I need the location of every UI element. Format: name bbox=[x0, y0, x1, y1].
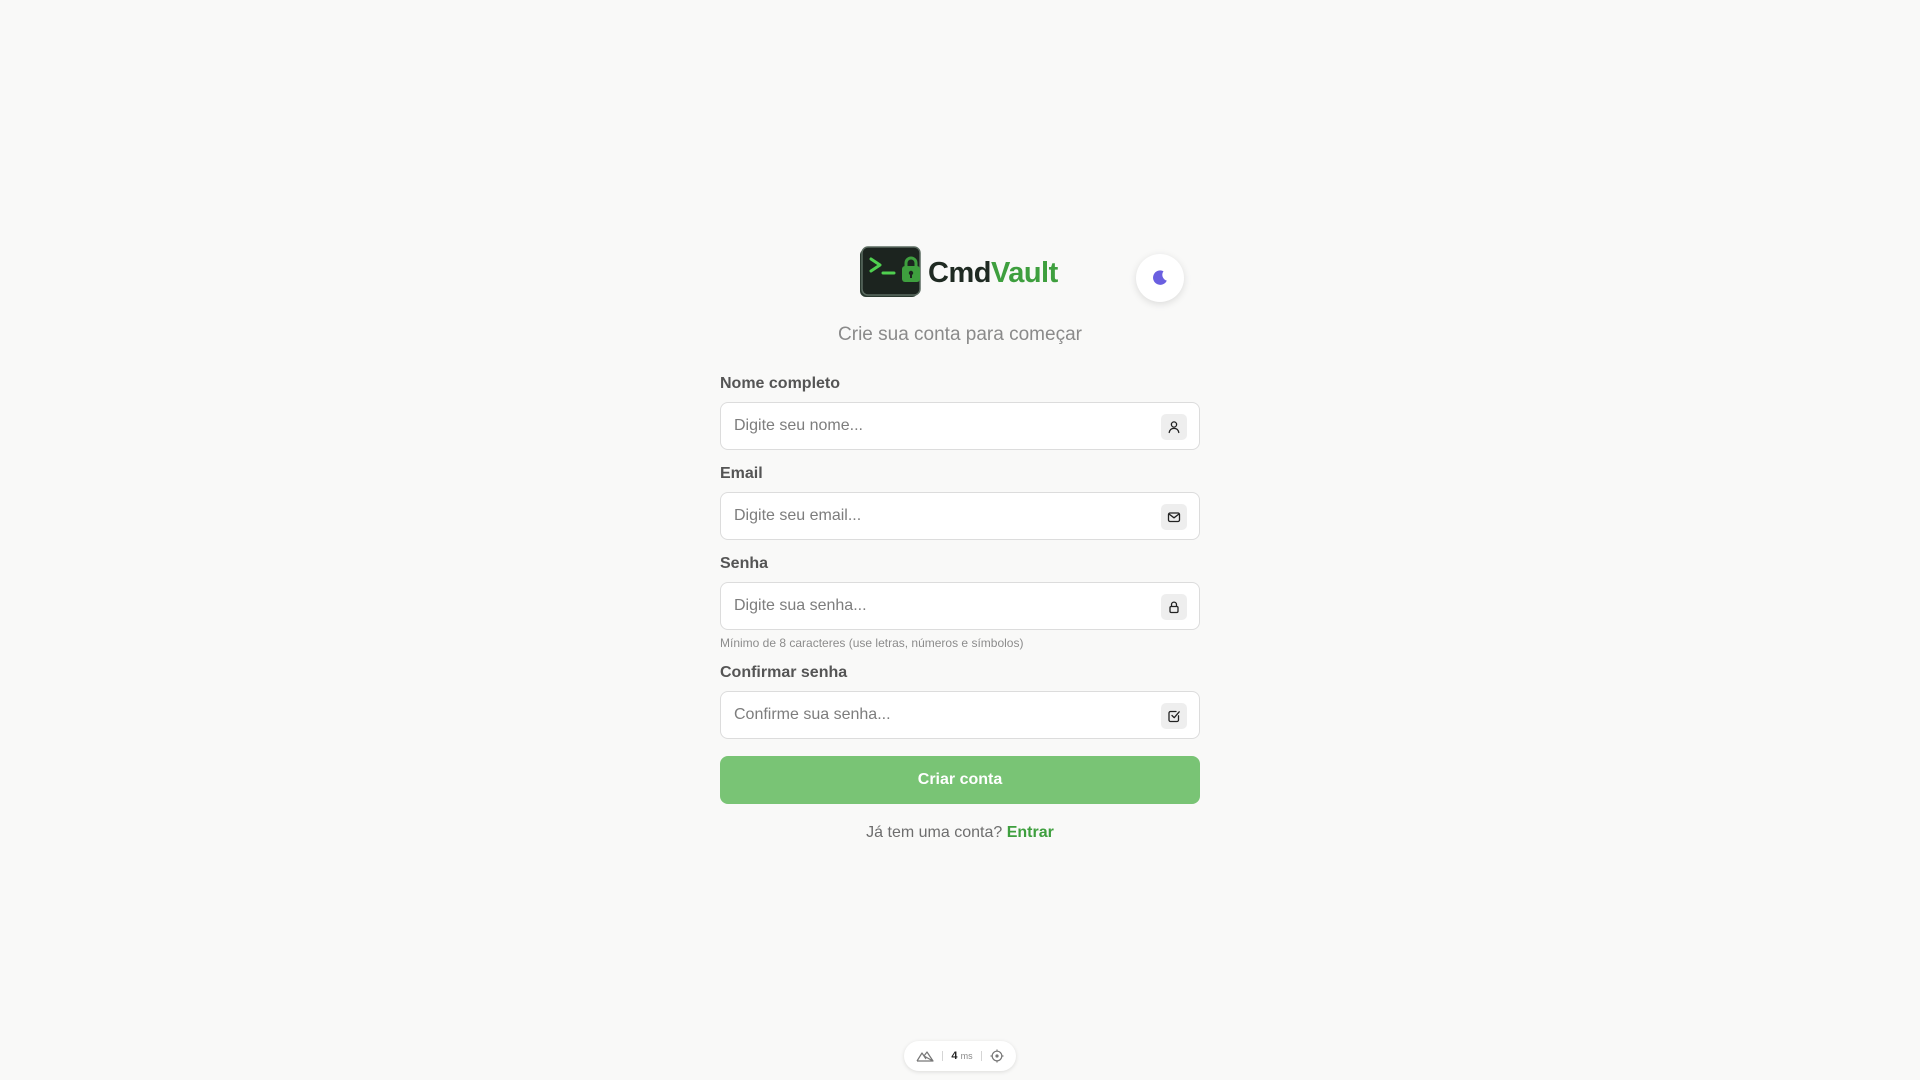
signin-prompt-text: Já tem uma conta? bbox=[866, 824, 1003, 841]
email-input[interactable] bbox=[721, 493, 1199, 539]
password-input[interactable] bbox=[721, 583, 1199, 629]
name-input-wrapper bbox=[720, 402, 1200, 450]
password-label: Senha bbox=[720, 555, 769, 572]
confirm-password-input-wrapper bbox=[720, 691, 1200, 739]
signin-prompt: Já tem uma conta? Entrar bbox=[720, 824, 1200, 842]
email-field-group: Email bbox=[720, 464, 1200, 540]
terminal-lock-logo-icon bbox=[858, 246, 924, 300]
signin-link[interactable]: Entrar bbox=[1007, 824, 1054, 841]
password-field-group: Senha Mínimo de 8 caracteres (use letras… bbox=[720, 554, 1200, 651]
dev-indicator[interactable]: 4 ms bbox=[904, 1041, 1016, 1071]
render-time: 4 ms bbox=[951, 1050, 972, 1062]
user-icon bbox=[1161, 414, 1187, 440]
signup-page: CmdVault Crie sua conta para começar Nom… bbox=[0, 0, 1920, 1080]
dev-divider bbox=[980, 1051, 982, 1061]
theme-toggle-button[interactable] bbox=[1136, 254, 1184, 302]
brand-name: CmdVault bbox=[928, 256, 1058, 289]
name-field-group: Nome completo bbox=[720, 374, 1200, 450]
create-account-button[interactable]: Criar conta bbox=[720, 756, 1200, 804]
password-input-wrapper bbox=[720, 582, 1200, 630]
name-label: Nome completo bbox=[720, 375, 841, 392]
confirm-password-label: Confirmar senha bbox=[720, 664, 848, 681]
page-subtitle: Crie sua conta para começar bbox=[838, 324, 1082, 345]
mountain-icon bbox=[916, 1051, 935, 1062]
lock-icon bbox=[1161, 594, 1187, 620]
brand-logo: CmdVault bbox=[858, 246, 1058, 300]
mail-icon bbox=[1161, 504, 1187, 530]
confirm-password-input[interactable] bbox=[721, 692, 1199, 738]
email-label: Email bbox=[720, 465, 763, 482]
email-input-wrapper bbox=[720, 492, 1200, 540]
name-input[interactable] bbox=[721, 403, 1199, 449]
render-time-unit: ms bbox=[960, 1051, 973, 1061]
brand-name-part2: Vault bbox=[990, 256, 1058, 289]
render-time-value: 4 bbox=[951, 1050, 958, 1062]
brand-name-part1: Cmd bbox=[928, 256, 991, 289]
target-icon[interactable] bbox=[990, 1049, 1004, 1063]
dev-divider bbox=[942, 1051, 944, 1061]
check-square-icon bbox=[1161, 703, 1187, 729]
confirm-password-field-group: Confirmar senha bbox=[720, 663, 1200, 739]
moon-icon bbox=[1153, 270, 1167, 285]
password-hint: Mínimo de 8 caracteres (use letras, núme… bbox=[720, 636, 1024, 650]
